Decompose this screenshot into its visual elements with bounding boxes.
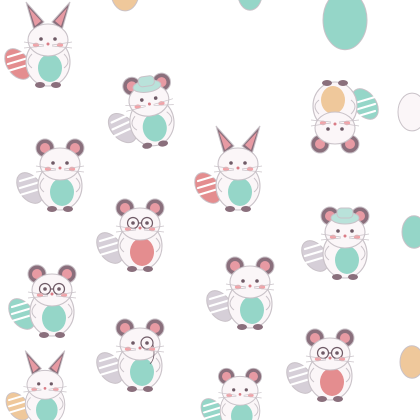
nose (43, 387, 47, 390)
chinchilla-pattern (0, 0, 420, 420)
nose (50, 292, 54, 296)
nose (236, 166, 240, 170)
head (221, 375, 259, 406)
head (309, 337, 351, 371)
head (39, 147, 81, 181)
belly-patch (130, 358, 154, 386)
belly-patch (320, 368, 344, 396)
nose (138, 346, 142, 350)
nose (328, 356, 332, 360)
belly-patch (42, 304, 66, 332)
nose (248, 284, 252, 288)
belly-patch (130, 238, 154, 266)
head (119, 207, 161, 241)
belly-patch (38, 54, 62, 82)
belly-patch (321, 86, 345, 114)
nose (333, 122, 337, 126)
nose (238, 393, 242, 396)
belly-patch (50, 178, 74, 206)
nose (46, 42, 50, 46)
head (217, 147, 259, 181)
head (26, 369, 64, 400)
head (31, 273, 73, 307)
head (314, 111, 356, 145)
pattern-artwork (0, 0, 420, 420)
belly-patch (335, 246, 359, 274)
belly-patch (240, 296, 264, 324)
belly-patch (228, 178, 252, 206)
nose (138, 226, 142, 230)
nose (58, 166, 62, 170)
nose (343, 234, 347, 238)
head (27, 23, 69, 57)
edge-creature-fragment (399, 345, 420, 379)
head (229, 265, 271, 299)
